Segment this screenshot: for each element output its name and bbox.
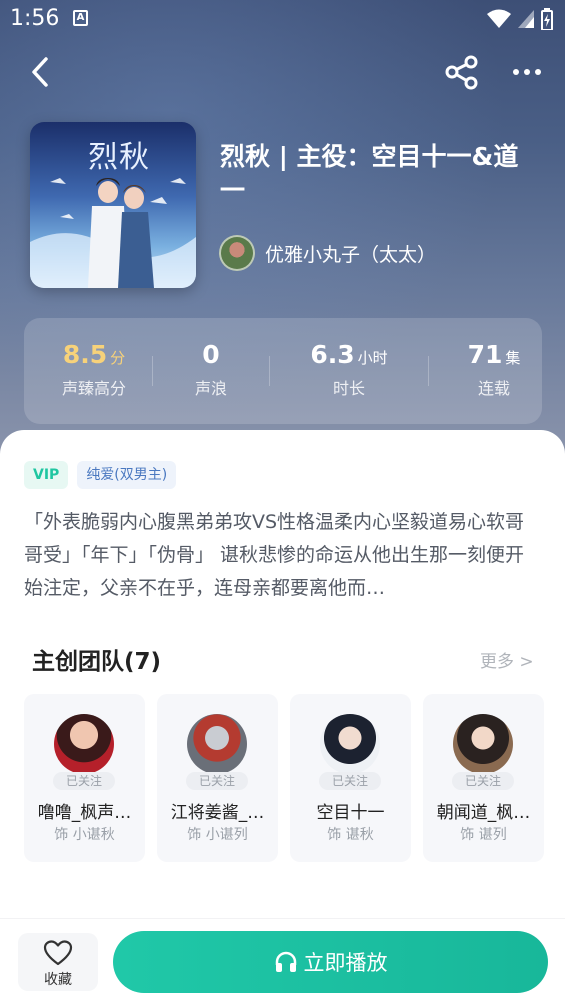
team-member-card[interactable]: 已关注 空目十一 饰 谌秋 [290,694,411,862]
status-time: 1:56 [10,6,60,31]
member-role: 饰 小谌列 [187,827,248,843]
stat-number: 8.5 [62,340,108,369]
play-now-label: 立即播放 [303,951,388,975]
team-member-card[interactable]: 已关注 朝闻道_枫… 饰 谌列 [423,694,544,862]
member-name: 空目十一 [316,803,385,823]
author-avatar[interactable] [219,235,255,271]
followed-badge[interactable]: 已关注 [319,772,381,790]
album-cover: 烈秋 [30,122,196,288]
stat-wave: 0 声浪 [171,340,251,399]
team-member-card[interactable]: 已关注 江将姜酱_… 饰 小谌列 [157,694,278,862]
stat-value: 8.5 分 [44,340,144,369]
favorite-button[interactable]: 收藏 [18,933,98,991]
more-button[interactable] [508,53,548,93]
author-row[interactable]: 优雅小丸子（太太） [219,234,436,272]
member-avatar[interactable] [453,714,513,774]
divider [428,356,429,386]
stat-episodes: 71 集 连载 [449,340,539,399]
followed-badge[interactable]: 已关注 [53,772,115,790]
stat-unit: 集 [505,349,521,367]
bottom-action-bar: 收藏 立即播放 [0,918,565,1004]
share-icon [445,55,478,90]
heart-icon [43,940,73,966]
stat-value: 6.3 小时 [294,340,404,369]
team-more-link[interactable]: 更多 > [480,647,534,672]
stat-label: 连载 [477,379,510,398]
member-name: 江将姜酱_… [170,803,265,823]
followed-badge[interactable]: 已关注 [452,772,514,790]
back-button[interactable] [26,53,58,93]
genre-tag[interactable]: 纯爱(双男主) [77,461,177,489]
chevron-left-icon [32,57,48,87]
stat-value: 0 [171,340,251,369]
member-avatar[interactable] [320,714,380,774]
team-title: 主创团队(7) [32,649,162,675]
stat-label: 声臻高分 [61,379,126,398]
divider [269,356,270,386]
stat-number: 0 [202,340,220,369]
headphones-icon [275,951,296,972]
divider [152,356,153,386]
stat-label: 时长 [332,379,365,398]
stat-unit: 分 [110,349,126,367]
play-now-button[interactable]: 立即播放 [113,931,548,993]
followed-badge[interactable]: 已关注 [186,772,248,790]
status-icons [487,8,553,30]
stat-number: 6.3 [310,340,355,369]
more-dots-icon [513,69,541,75]
stat-duration: 6.3 小时 时长 [294,340,404,399]
signal-icon [518,10,534,28]
member-avatar[interactable] [54,714,114,774]
stat-number: 71 [467,340,503,369]
status-bar: 1:56 A [0,0,565,38]
stat-label: 声浪 [194,379,227,398]
member-role: 饰 谌列 [460,827,507,843]
album-title: 烈秋 | 主役：空目十一&道一 [220,142,519,205]
stat-unit: 小时 [357,349,388,367]
member-name: 朝闻道_枫… [436,803,531,823]
battery-icon [541,8,553,30]
top-nav [0,45,565,101]
favorite-label: 收藏 [44,972,72,988]
member-avatar[interactable] [187,714,247,774]
share-button[interactable] [442,53,482,93]
member-role: 饰 小谌秋 [54,827,115,843]
notification-icon: A [73,10,88,26]
stat-value: 71 集 [449,340,539,369]
team-member-card[interactable]: 已关注 噜噜_枫声… 饰 小谌秋 [24,694,145,862]
cover-art-image [30,178,196,288]
stat-score: 8.5 分 声臻高分 [44,340,144,399]
team-list: 已关注 噜噜_枫声… 饰 小谌秋 已关注 江将姜酱_… 饰 小谌列 已关注 空目… [24,694,565,864]
wifi-icon [487,9,511,28]
vip-badge: VIP [24,461,69,489]
tag-row: VIP 纯爱(双男主) [24,461,177,489]
member-role: 饰 谌秋 [327,827,374,843]
stats-panel: 8.5 分 声臻高分 0 声浪 6.3 小时 时长 71 集 连载 [24,318,542,424]
member-name: 噜噜_枫声… [37,803,132,823]
author-name[interactable]: 优雅小丸子（太太） [265,240,436,267]
description[interactable]: 「外表脆弱内心腹黑弟弟攻VS性格温柔内心坚毅道易心软哥哥受」「年下」「伪骨」 谌… [24,506,542,605]
